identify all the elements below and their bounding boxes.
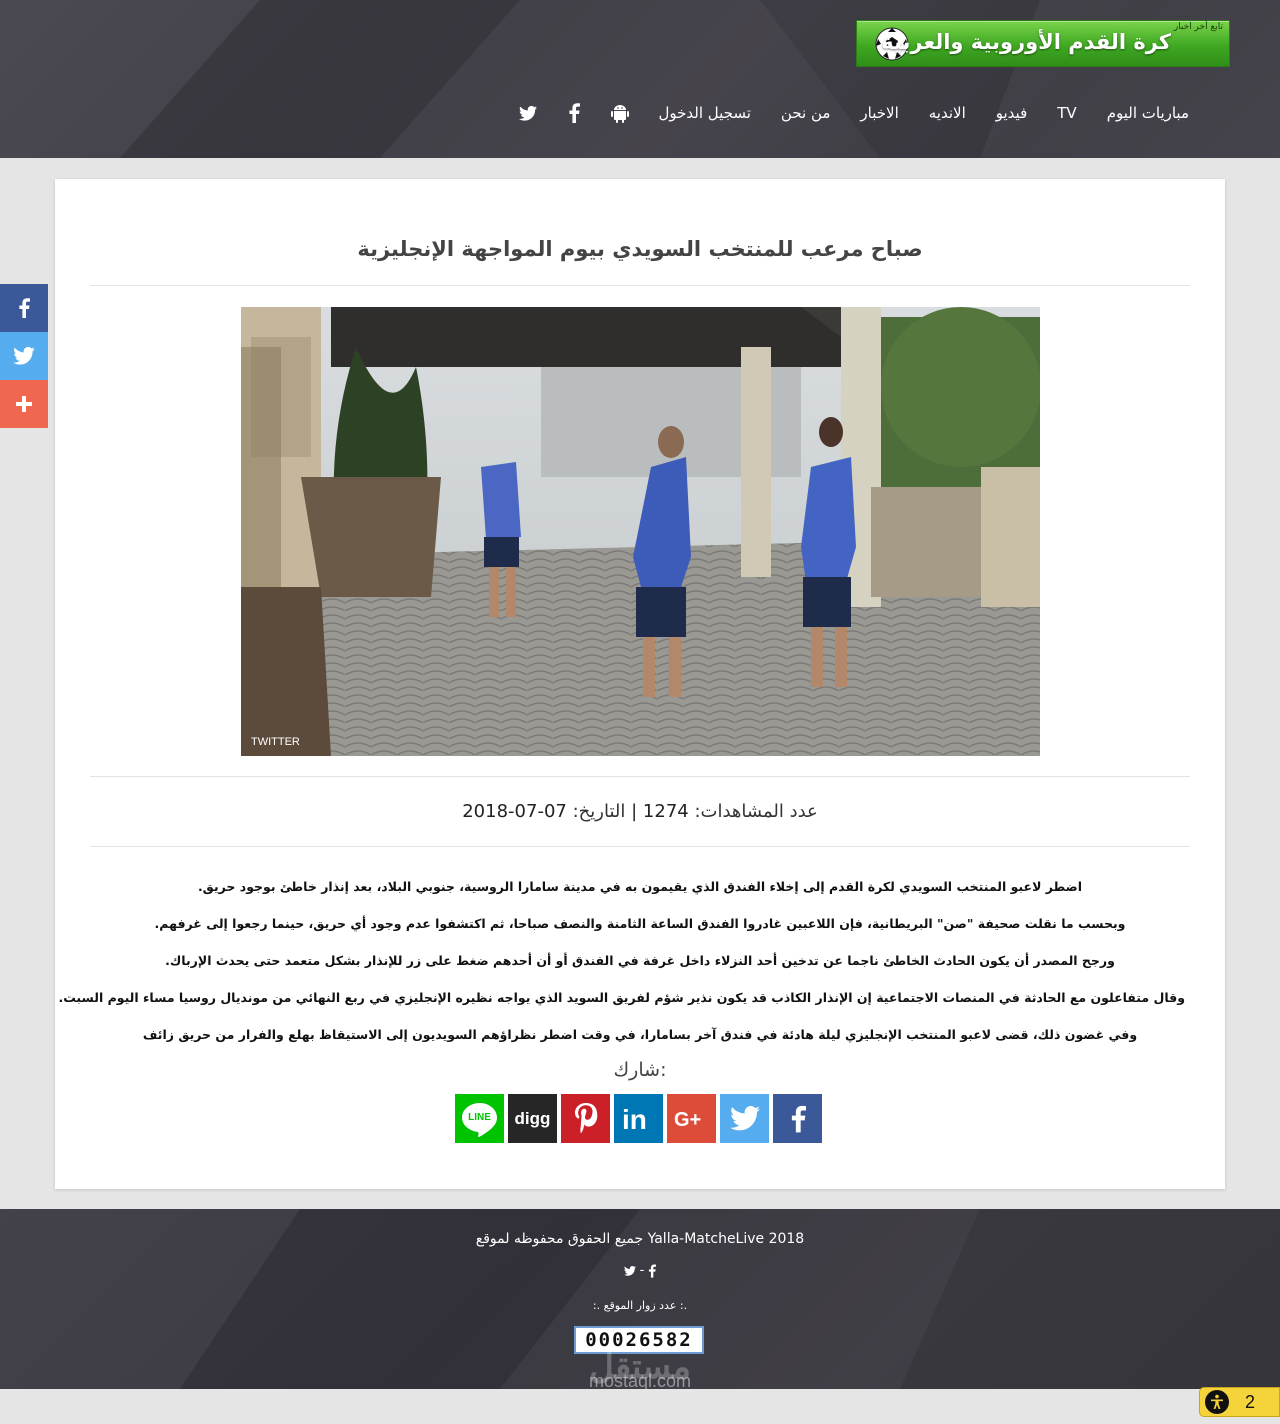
article-title: صباح مرعب للمنتخب السويدي بيوم المواجهة … (357, 237, 923, 261)
twitter-icon (13, 347, 35, 365)
side-share-facebook-button[interactable] (0, 284, 48, 332)
nav-item-today-matches[interactable]: مباريات اليوم (1092, 104, 1204, 122)
site-header: تابع أخر اخبار كرة القدم الأوروبية والعر… (0, 0, 1280, 158)
android-icon[interactable] (597, 98, 643, 128)
linkedin-icon: in (622, 1105, 647, 1133)
share-buttons: G+ in digg LINE (455, 1094, 822, 1143)
facebook-icon[interactable] (648, 1263, 657, 1278)
nav-item-login[interactable]: تسجيل الدخول (643, 104, 765, 122)
article-paragraph: وبحسب ما نقلت صحيفة "صن" البريطانية، فإن… (154, 916, 1126, 931)
page-bottom (0, 1389, 1280, 1424)
share-label: شارك: (613, 1059, 667, 1081)
facebook-icon (791, 1105, 806, 1132)
twitter-icon[interactable] (505, 98, 551, 128)
divider (90, 846, 1190, 847)
photo-credit: TWITTER (251, 736, 300, 748)
nav-item-about[interactable]: من نحن (766, 104, 846, 122)
twitter-icon (729, 1106, 760, 1131)
plus-icon (16, 396, 32, 412)
share-digg-button[interactable]: digg (508, 1094, 557, 1143)
svg-text:G+: G+ (674, 1109, 701, 1130)
article-date: 07-07-2018 (462, 801, 567, 822)
nav-item-video[interactable]: فيديو (981, 104, 1043, 122)
article-paragraph: وقال متفاعلون مع الحادثة في المنصات الاج… (58, 990, 1185, 1005)
share-google-plus-button[interactable]: G+ (667, 1094, 716, 1143)
article-paragraph: وفي غضون ذلك، قضى لاعبو المنتخب الإنجليز… (142, 1027, 1138, 1042)
main-nav: مباريات اليوم TV فيديو الانديه الاخبار م… (505, 98, 1204, 128)
copyright-text: جميع الحقوق محفوظه لموقع Yalla-MatcheLiv… (475, 1231, 805, 1247)
svg-text:in: in (622, 1105, 647, 1133)
nav-item-tv[interactable]: TV (1042, 104, 1091, 122)
facebook-icon (19, 298, 30, 318)
accessibility-icon (1205, 1390, 1229, 1414)
watermark-url: mostaql.com (588, 1371, 692, 1389)
facebook-icon[interactable] (551, 98, 597, 128)
google-plus-icon: G+ (674, 1109, 701, 1130)
share-pinterest-button[interactable] (561, 1094, 610, 1143)
pinterest-icon (574, 1102, 597, 1133)
share-facebook-button[interactable] (773, 1094, 822, 1143)
date-label: التاريخ: (572, 801, 626, 822)
twitter-icon[interactable] (623, 1264, 636, 1278)
accessibility-badge[interactable]: 2 (1199, 1387, 1280, 1417)
site-logo[interactable]: تابع أخر اخبار كرة القدم الأوروبية والعر… (856, 20, 1230, 67)
site-footer: جميع الحقوق محفوظه لموقع Yalla-MatcheLiv… (0, 1209, 1280, 1389)
share-twitter-button[interactable] (720, 1094, 769, 1143)
article-card: صباح مرعب للمنتخب السويدي بيوم المواجهة … (55, 179, 1225, 1189)
digg-icon: digg (514, 1108, 551, 1128)
article-body: اضطر لاعبو المنتخب السويدي لكرة القدم إل… (58, 868, 1185, 1053)
logo-title: كرة القدم الأوروبية والعربية (881, 30, 1171, 54)
side-share-twitter-button[interactable] (0, 332, 48, 380)
share-line-button[interactable]: LINE (455, 1094, 504, 1143)
footer-social-separator: - (639, 1263, 645, 1278)
article-paragraph: ورجح المصدر أن يكون الحادث الخاطئ ناجما … (165, 953, 1115, 968)
share-linkedin-button[interactable]: in (614, 1094, 663, 1143)
nav-item-clubs[interactable]: الانديه (914, 104, 981, 122)
divider (90, 776, 1190, 777)
visitors-label: :. عدد زوار الموقع :. (592, 1299, 688, 1312)
article-photo: TWITTER (241, 307, 1040, 756)
logo-tagline: تابع أخر اخبار (1173, 22, 1223, 32)
divider (90, 285, 1190, 286)
footer-social-links: - (0, 1263, 1280, 1278)
views-count: 1274 (642, 801, 689, 822)
side-share-more-button[interactable] (0, 380, 48, 428)
nav-item-news[interactable]: الاخبار (845, 104, 913, 122)
meta-separator: | (631, 801, 638, 822)
accessibility-count: 2 (1245, 1391, 1256, 1412)
side-share-bar (0, 284, 48, 428)
line-label: LINE (468, 1112, 491, 1123)
article-paragraph: اضطر لاعبو المنتخب السويدي لكرة القدم إل… (197, 879, 1083, 894)
views-label: عدد المشاهدات: (694, 801, 818, 822)
article-meta: عدد المشاهدات: 1274 | التاريخ: 07-07-201… (55, 801, 1225, 822)
